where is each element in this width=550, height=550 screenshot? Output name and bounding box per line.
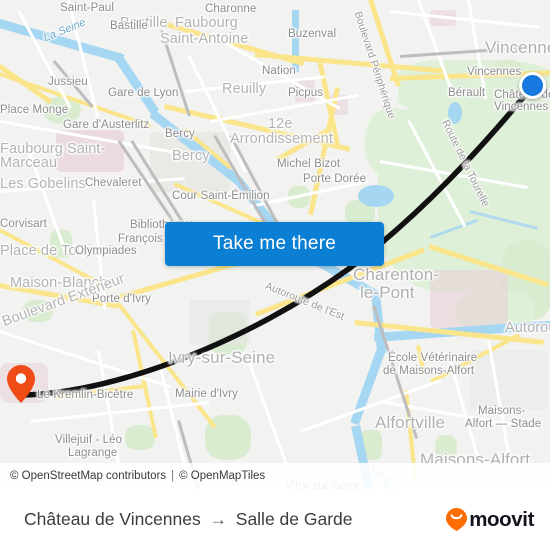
moovit-wordmark: moovit <box>469 507 534 531</box>
take-me-there-button[interactable]: Take me there <box>165 222 384 266</box>
moovit-pin-icon <box>446 508 468 531</box>
take-me-there-label: Take me there <box>213 233 336 254</box>
trip-destination-label: Salle de Garde <box>235 509 353 529</box>
arrow-right-icon: → <box>209 509 227 529</box>
attribution-osm-link[interactable]: © OpenStreetMap contributors <box>10 470 166 482</box>
trip-origin-label: Château de Vincennes <box>24 509 201 529</box>
trip-summary: Château de Vincennes → Salle de Garde <box>24 509 353 530</box>
destination-marker[interactable] <box>7 365 35 403</box>
map-canvas[interactable]: La Seine Saint-Paul Bastille Bastille Faubou… <box>0 0 550 489</box>
moovit-trip-screenshot: La Seine Saint-Paul Bastille Bastille Faubou… <box>0 0 550 550</box>
trip-footer: Château de Vincennes → Salle de Garde mo… <box>0 489 550 550</box>
map-attribution-bar: © OpenStreetMap contributors | © OpenMap… <box>0 463 550 489</box>
attribution-separator: | <box>171 470 175 482</box>
origin-marker[interactable] <box>519 72 546 99</box>
attribution-tiles-link[interactable]: © OpenMapTiles <box>179 470 265 482</box>
moovit-logo[interactable]: moovit <box>446 508 534 532</box>
